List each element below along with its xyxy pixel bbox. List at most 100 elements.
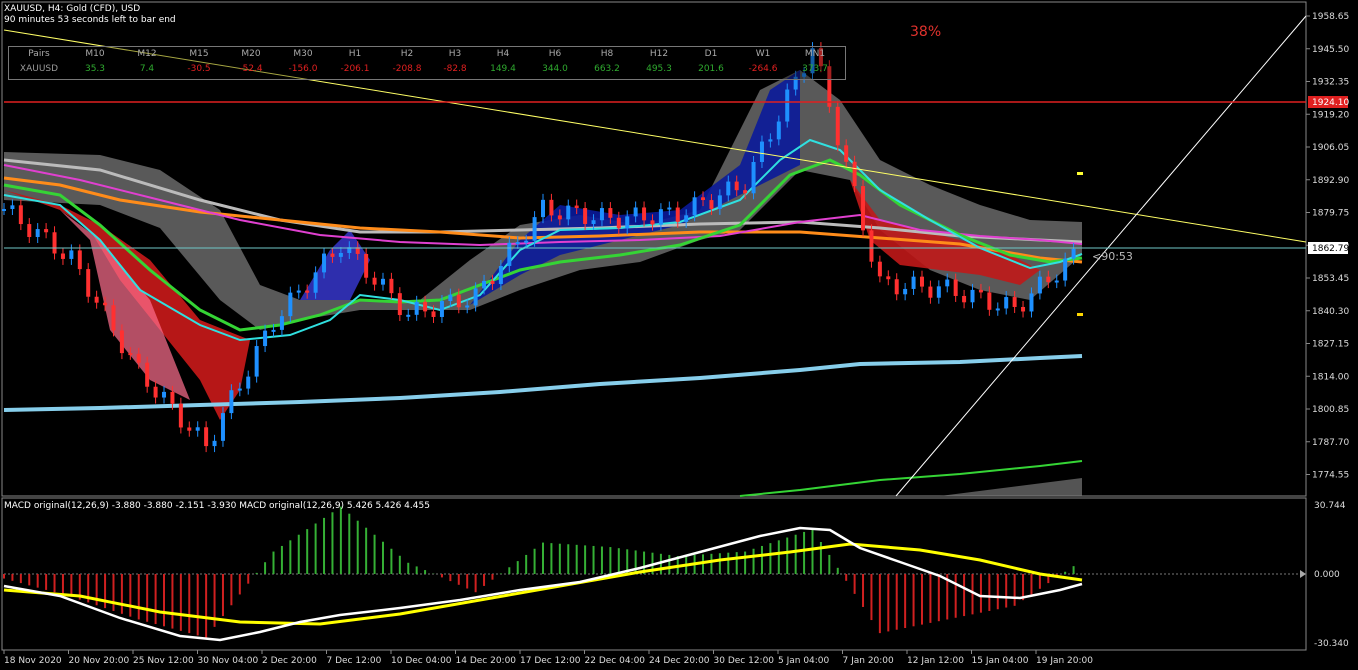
candle-body — [566, 205, 571, 220]
candle-body — [717, 195, 722, 209]
price-tick-label: 1906.05 — [1312, 143, 1349, 153]
candle-body — [271, 329, 276, 332]
candle-body — [709, 200, 714, 209]
candle-body — [94, 296, 99, 303]
candle-body — [734, 181, 739, 191]
candle-body — [658, 209, 663, 225]
time-tick-label: 2 Dec 20:00 — [262, 656, 317, 666]
candle-body — [69, 250, 74, 259]
candle-body — [650, 220, 655, 225]
candle-body — [448, 294, 453, 302]
candle-body — [995, 308, 1000, 311]
strength-value-cell: 373.7 — [802, 64, 828, 74]
candle-body — [456, 294, 461, 308]
candle-body — [128, 353, 133, 356]
time-tick-label: 15 Jan 04:00 — [972, 656, 1029, 666]
time-tick-label: 7 Jan 20:00 — [843, 656, 895, 666]
candle-body — [549, 199, 554, 216]
candle-body — [153, 386, 158, 398]
price-tick-label: 1827.15 — [1312, 340, 1349, 350]
candle-body — [1037, 276, 1042, 294]
candle-body — [701, 197, 706, 201]
candle-body — [616, 217, 621, 229]
strength-header-cell: M20 — [241, 49, 261, 59]
candle-body — [170, 391, 175, 404]
candle-body — [482, 280, 487, 289]
time-tick-label: 25 Nov 12:00 — [133, 656, 194, 666]
time-tick-label: 17 Dec 12:00 — [520, 656, 581, 666]
candle-body — [338, 252, 343, 257]
candle-body — [1012, 297, 1017, 307]
time-tick-label: 12 Jan 12:00 — [907, 656, 964, 666]
strength-header-cell: MN1 — [804, 49, 826, 59]
strength-value-cell: 663.2 — [594, 64, 620, 74]
candle-body — [473, 288, 478, 306]
candle-body — [372, 277, 377, 285]
price-tick-label: 1892.90 — [1312, 176, 1349, 186]
candle-body — [599, 208, 604, 221]
price-tick-label: 1814.00 — [1312, 372, 1349, 382]
time-tick-label: 24 Dec 20:00 — [649, 656, 710, 666]
candle-body — [178, 403, 183, 428]
strength-table-header-row: Pairs M10 M12 M15 M20 M30 H1 H2 H3 H4 H6 H8 H12 D1 W1 M… — [9, 49, 845, 64]
macd-tick-label: 30.744 — [1314, 501, 1346, 511]
candle-body — [861, 186, 866, 231]
strength-header-cell: Pairs — [28, 49, 50, 59]
price-tick-label: 1945.50 — [1312, 45, 1349, 55]
candle-body — [1063, 258, 1068, 281]
candle-body — [52, 232, 57, 254]
strength-header-cell: M30 — [293, 49, 313, 59]
strength-header-cell: H4 — [496, 49, 510, 59]
time-tick-label: 18 Nov 2020 — [4, 656, 62, 666]
strength-value-cell: -208.8 — [392, 64, 422, 74]
macd-zero-marker — [1300, 570, 1306, 578]
candle-body — [507, 242, 512, 266]
candle-body — [414, 301, 419, 315]
candle-body — [313, 272, 318, 293]
candle-body — [633, 207, 638, 217]
price-tick-label: 1879.75 — [1312, 209, 1349, 219]
time-axis: 18 Nov 2020 20 Nov 20:00 25 Nov 12:00 30 No… — [3, 650, 1093, 666]
resistance-price-label: 1924.10 — [1312, 98, 1349, 108]
marker-yellow — [1077, 313, 1083, 316]
candle-body — [776, 121, 781, 140]
candle-body — [1004, 297, 1009, 309]
candle-body — [583, 208, 588, 224]
candle-body — [288, 292, 293, 317]
price-tick-label: 1919.20 — [1312, 110, 1349, 120]
candle-body — [380, 278, 385, 285]
macd-axis: 30.744 0.000 -30.340 — [1300, 501, 1349, 649]
strength-value-cell: -264.6 — [748, 64, 778, 74]
candle-body — [557, 215, 562, 220]
strength-header-cell: M12 — [137, 49, 157, 59]
macd-histogram — [3, 506, 1075, 638]
candle-body — [524, 240, 529, 243]
strength-table-data-row: XAUUSD 35.3 7.4 -30.5 -52.4 -156.0 -206.1 -208.… — [9, 64, 845, 79]
candle-body — [220, 413, 225, 441]
candle-body — [60, 253, 65, 259]
candle-body — [1071, 248, 1076, 259]
candle-body — [844, 145, 849, 162]
candle-body — [431, 311, 436, 317]
strength-value-cell: -52.4 — [239, 64, 263, 74]
candle-body — [330, 253, 335, 257]
strength-value-cell: -82.8 — [443, 64, 467, 74]
time-tick-label: 30 Nov 04:00 — [198, 656, 259, 666]
candle-body — [768, 139, 773, 142]
strength-value-cell: -156.0 — [288, 64, 318, 74]
macd-title: MACD original(12,26,9) -3.880 -3.880 -2.… — [4, 501, 430, 511]
candle-body — [919, 276, 924, 287]
time-tick-label: 14 Dec 20:00 — [456, 656, 517, 666]
candle-body — [204, 427, 209, 447]
candle-body — [406, 314, 411, 317]
candle-body — [439, 301, 444, 317]
candle-body — [498, 265, 503, 284]
candle-body — [667, 207, 672, 210]
candle-body — [10, 205, 15, 209]
candle-body — [692, 197, 697, 216]
candle-body — [574, 205, 579, 209]
price-tick-label: 1840.30 — [1312, 307, 1349, 317]
candle-body — [27, 224, 32, 238]
candle-body — [18, 205, 23, 225]
macd-tick-label: -30.340 — [1314, 639, 1349, 649]
